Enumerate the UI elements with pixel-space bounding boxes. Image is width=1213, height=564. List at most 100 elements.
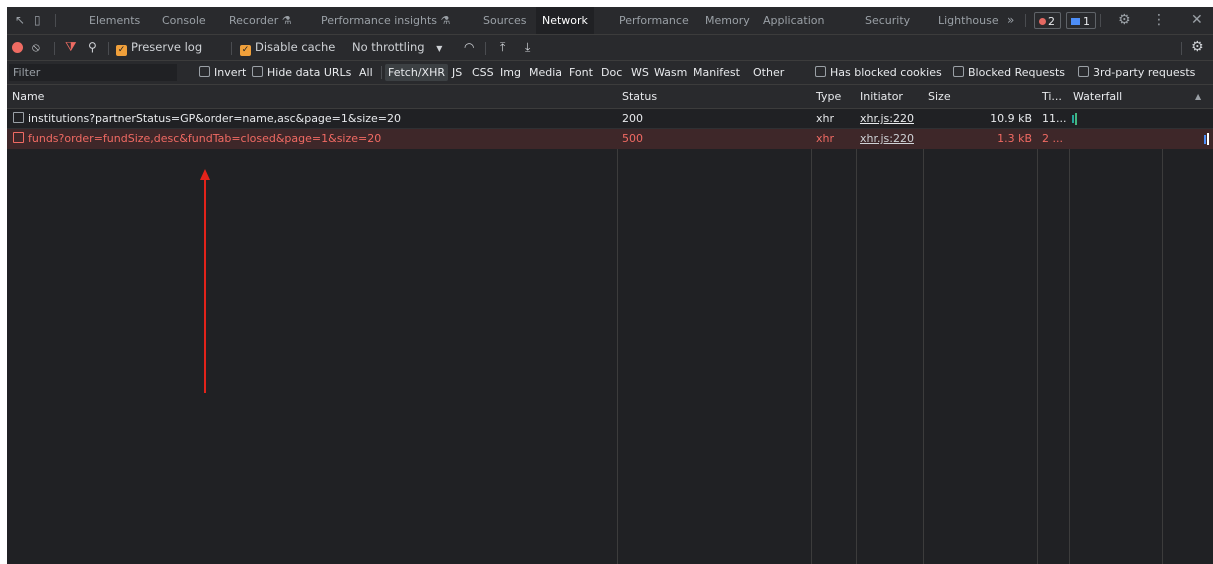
messages-badge[interactable]: 1 <box>1066 12 1096 29</box>
network-request-table: Name Status Type Initiator Size Ti... Wa… <box>7 85 1213 564</box>
request-name: institutions?partnerStatus=GP&order=name… <box>28 112 402 125</box>
has-blocked-cookies-label: Has blocked cookies <box>830 66 942 79</box>
waterfall-bar <box>1204 135 1206 144</box>
tab-network[interactable]: Network <box>536 7 594 34</box>
search-icon[interactable]: ⚲ <box>88 35 97 60</box>
errors-count: 2 <box>1048 15 1055 28</box>
filter-funnel-icon[interactable]: ⧩ <box>65 35 77 60</box>
tab-lighthouse[interactable]: Lighthouse <box>938 7 999 34</box>
export-har-icon[interactable]: ⤓ <box>525 35 530 60</box>
table-row[interactable]: funds?order=fundSize,desc&fundTab=closed… <box>7 129 1213 149</box>
filter-bar: Invert Hide data URLs All Fetch/XHR JS C… <box>7 61 1213 85</box>
waterfall-bar <box>1075 113 1077 125</box>
tab-performance-insights[interactable]: Performance insights ⚗ <box>321 7 450 34</box>
third-party-requests-checkbox[interactable]: 3rd-party requests <box>1078 61 1195 84</box>
request-name-cell[interactable]: institutions?partnerStatus=GP&order=name… <box>13 109 613 129</box>
tab-label: Performance insights <box>321 14 438 27</box>
network-toolbar: ⦸ ⧩ ⚲ ✓ Preserve log ✓ Disable cache No th… <box>7 35 1213 61</box>
column-header-time[interactable]: Ti... <box>1042 85 1062 108</box>
disable-cache-checkbox[interactable]: ✓ Disable cache <box>240 35 335 60</box>
size-cell: 10.9 kB <box>990 112 1032 125</box>
time-cell: 11... <box>1042 112 1067 125</box>
kebab-menu-icon[interactable]: ⋮ <box>1152 7 1166 34</box>
preserve-log-label: Preserve log <box>131 40 203 54</box>
filter-type-fetch-xhr[interactable]: Fetch/XHR <box>385 64 448 81</box>
initiator-link[interactable]: xhr.js:220 <box>860 109 914 129</box>
messages-count: 1 <box>1083 15 1090 28</box>
annotation-arrow <box>204 179 206 393</box>
filter-type-js[interactable]: JS <box>449 64 465 81</box>
record-button[interactable] <box>12 42 23 53</box>
filter-type-wasm[interactable]: Wasm <box>651 64 690 81</box>
status-cell: 500 <box>622 132 643 145</box>
filter-type-font[interactable]: Font <box>566 64 596 81</box>
has-blocked-cookies-checkbox[interactable]: Has blocked cookies <box>815 61 942 84</box>
throttling-select[interactable]: No throttling ▼ <box>352 35 442 60</box>
filter-type-ws[interactable]: WS <box>628 64 652 81</box>
more-tabs-button[interactable]: » <box>1007 7 1014 34</box>
tab-application[interactable]: Application <box>763 7 824 34</box>
type-cell: xhr <box>816 132 835 145</box>
throttling-value: No throttling <box>352 40 425 54</box>
filter-type-manifest[interactable]: Manifest <box>690 64 743 81</box>
waterfall-bar <box>1207 133 1209 145</box>
third-party-requests-label: 3rd-party requests <box>1093 66 1196 79</box>
request-name-cell[interactable]: funds?order=fundSize,desc&fundTab=closed… <box>13 129 613 149</box>
filter-type-css[interactable]: CSS <box>469 64 497 81</box>
preserve-log-checkbox[interactable]: ✓ Preserve log <box>116 35 202 60</box>
document-icon <box>13 132 24 143</box>
checkbox-icon <box>953 66 964 77</box>
network-conditions-icon[interactable]: ◠ <box>464 35 474 60</box>
settings-gear-icon[interactable]: ⚙ <box>1118 7 1131 34</box>
errors-badge[interactable]: 2 <box>1034 12 1061 29</box>
column-header-type[interactable]: Type <box>816 85 841 108</box>
error-icon <box>1039 18 1046 25</box>
tab-console[interactable]: Console <box>162 7 206 34</box>
column-divider <box>617 85 618 564</box>
tab-sources[interactable]: Sources <box>483 7 527 34</box>
filter-type-doc[interactable]: Doc <box>598 64 625 81</box>
filter-input[interactable] <box>9 64 177 81</box>
network-settings-gear-icon[interactable]: ⚙ <box>1191 35 1204 60</box>
filter-type-media[interactable]: Media <box>526 64 565 81</box>
divider <box>108 42 109 55</box>
column-header-size[interactable]: Size <box>928 85 951 108</box>
time-cell: 2 ... <box>1042 132 1063 145</box>
document-icon <box>13 112 24 123</box>
clear-icon[interactable]: ⦸ <box>32 35 40 60</box>
tab-memory[interactable]: Memory <box>705 7 750 34</box>
status-cell: 200 <box>622 112 643 125</box>
blocked-requests-checkbox[interactable]: Blocked Requests <box>953 61 1065 84</box>
column-header-status[interactable]: Status <box>622 85 657 108</box>
filter-type-img[interactable]: Img <box>497 64 524 81</box>
checkbox-checked-icon: ✓ <box>116 45 127 56</box>
invert-checkbox[interactable]: Invert <box>199 61 246 84</box>
close-icon[interactable]: ✕ <box>1191 7 1203 34</box>
tab-security[interactable]: Security <box>865 7 910 34</box>
divider <box>231 42 232 55</box>
table-row[interactable]: institutions?partnerStatus=GP&order=name… <box>7 109 1213 129</box>
size-cell: 1.3 kB <box>997 132 1032 145</box>
waterfall-gridline <box>1162 85 1163 564</box>
checkbox-checked-icon: ✓ <box>240 45 251 56</box>
sort-ascending-icon[interactable]: ▲ <box>1195 85 1201 108</box>
filter-type-all[interactable]: All <box>356 64 376 81</box>
column-header-initiator[interactable]: Initiator <box>860 85 903 108</box>
inspect-element-icon[interactable]: ↖ <box>15 7 25 34</box>
divider <box>1181 42 1182 55</box>
filter-type-other[interactable]: Other <box>750 64 787 81</box>
tab-performance[interactable]: Performance <box>619 7 689 34</box>
initiator-link[interactable]: xhr.js:220 <box>860 129 914 149</box>
tab-recorder[interactable]: Recorder ⚗ <box>229 7 292 34</box>
hide-data-urls-checkbox[interactable]: Hide data URLs <box>252 61 351 84</box>
message-icon <box>1071 18 1080 25</box>
disable-cache-label: Disable cache <box>255 40 336 54</box>
device-toolbar-icon[interactable]: ▯ <box>34 7 41 34</box>
divider <box>1025 14 1026 27</box>
column-header-waterfall[interactable]: Waterfall <box>1073 85 1122 108</box>
column-divider <box>923 85 924 564</box>
import-har-icon[interactable]: ⤒ <box>500 35 505 60</box>
column-header-name[interactable]: Name <box>12 85 44 108</box>
tab-elements[interactable]: Elements <box>89 7 140 34</box>
column-divider <box>811 85 812 564</box>
